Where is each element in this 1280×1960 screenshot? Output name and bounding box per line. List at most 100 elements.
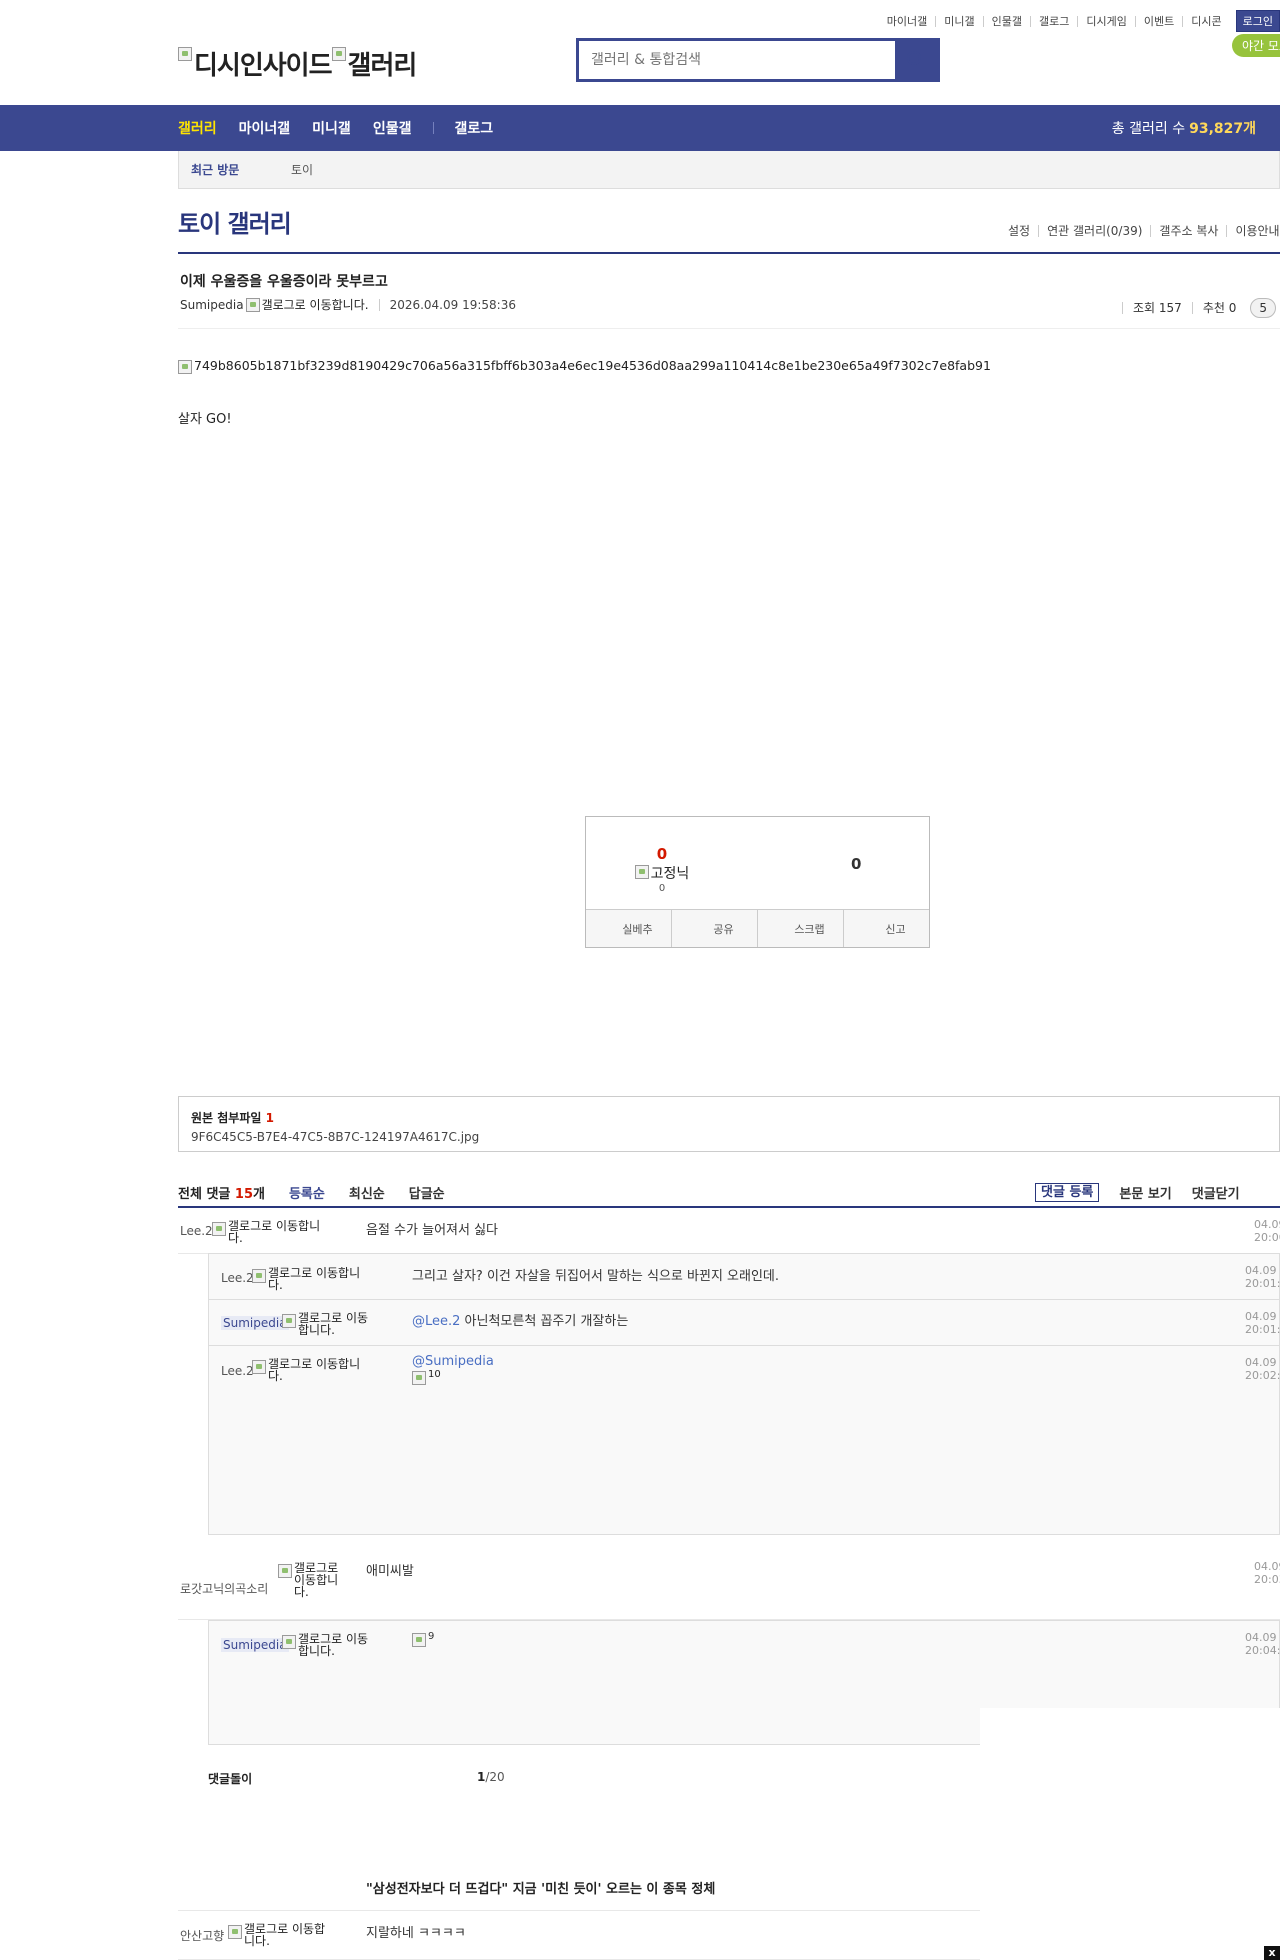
reply-item: Sumipedia 갤로그로 이동합니다. @Lee.2 아닌척모른척 꼽주기 … xyxy=(209,1299,1280,1345)
broken-image-icon xyxy=(178,47,192,61)
gallog-link[interactable]: 갤로그로 이동합니다. xyxy=(252,1358,362,1382)
ad-headline[interactable]: "삼성전자보다 더 뜨겁다" 지금 '미친 듯이' 오르는 이 종목 정체 xyxy=(366,1878,715,1897)
gallog-alt-text: 갤로그로 이동합니다. xyxy=(298,1632,369,1658)
logo-alt-text-2: 갤러리 xyxy=(347,51,418,81)
util-menu: 마이너갤 미니갤 인물갤 갤로그 디시게임 이벤트 디시콘 로그인 xyxy=(879,10,1280,32)
util-dccon[interactable]: 디시콘 xyxy=(1182,15,1229,27)
gallery-settings[interactable]: 설정 xyxy=(1000,225,1038,237)
gallog-alt-text: 갤로그로 이동합니다. xyxy=(298,1311,369,1337)
reply-nick[interactable]: Sumipedia xyxy=(221,1638,289,1652)
comment-item: 로갓고닉의곡소리 갤로그로 이동합니다. 애미씨발 04.09 20:03:48 xyxy=(178,1548,1280,1620)
broken-image-icon xyxy=(634,865,649,879)
util-minor-gall[interactable]: 마이너갤 xyxy=(879,16,935,27)
gallog-link[interactable]: 갤로그로 이동합니다. xyxy=(245,296,369,313)
sort-registered[interactable]: 등록순 xyxy=(289,1183,325,1202)
close-ad-icon[interactable]: x xyxy=(1264,1946,1280,1960)
comment-nick[interactable]: Lee.2 xyxy=(180,1224,213,1238)
comment-dolgi[interactable]: 댓글돌이 xyxy=(208,1770,252,1787)
reply-date: 04.09 20:04:33 xyxy=(1245,1631,1280,1657)
post-stats: 조회 157 추천 0 5 xyxy=(1122,298,1276,318)
close-comments-button[interactable]: 댓글닫기 xyxy=(1192,1183,1240,1202)
comment-nick[interactable]: 안산고향 xyxy=(180,1927,224,1944)
login-button[interactable]: 로그인 xyxy=(1235,10,1280,32)
gallery-title[interactable]: 토이 갤러리 xyxy=(178,204,292,239)
post-views: 조회 157 xyxy=(1122,302,1192,314)
comment-count-badge[interactable]: 5 xyxy=(1250,298,1276,318)
broken-image-icon xyxy=(228,1925,242,1939)
util-person-gall[interactable]: 인물갤 xyxy=(982,15,1030,27)
broken-image-icon xyxy=(282,1314,296,1328)
total-label: 총 갤러리 수 xyxy=(1111,121,1186,137)
comment-register-button[interactable]: 댓글 등록 xyxy=(1035,1182,1100,1202)
comment-text: 음절 수가 늘어져서 싫다 xyxy=(366,1223,498,1238)
comment-total: 전체 댓글 15개 xyxy=(178,1183,265,1202)
usage-guide[interactable]: 이용안내 xyxy=(1226,225,1280,237)
reply-nick[interactable]: Lee.2 xyxy=(221,1271,254,1285)
gallog-link[interactable]: 갤로그로 이동합니다. xyxy=(282,1633,372,1657)
scrap-button[interactable]: 스크랩 xyxy=(757,910,843,947)
reply-nick[interactable]: Sumipedia xyxy=(221,1316,289,1330)
search-input[interactable] xyxy=(579,41,895,79)
view-body-button[interactable]: 본문 보기 xyxy=(1119,1183,1171,1202)
util-mini-gall[interactable]: 미니갤 xyxy=(935,15,982,27)
broken-image-icon xyxy=(331,47,346,61)
comment-total-count: 15 xyxy=(234,1186,253,1202)
gallog-link[interactable]: 갤로그로 이동합니다. xyxy=(228,1923,328,1947)
dccon-alt: 10 xyxy=(428,1369,441,1380)
site-logo[interactable]: 디시인사이드 갤러리 xyxy=(178,38,418,82)
broken-image-icon xyxy=(282,1635,296,1649)
nav-gallog[interactable]: 갤로그 xyxy=(454,118,493,138)
reply-text-body: 아닌척모른척 꼽주기 개잘하는 xyxy=(460,1314,629,1329)
comment-total-label: 전체 댓글 xyxy=(178,1186,231,1202)
gallog-link[interactable]: 갤로그로 이동합니다. xyxy=(212,1220,322,1244)
total-value: 93,827개 xyxy=(1189,121,1256,137)
util-dcgame[interactable]: 디시게임 xyxy=(1077,15,1134,27)
nav-person-gall[interactable]: 인물갤 xyxy=(373,118,412,138)
util-event[interactable]: 이벤트 xyxy=(1134,15,1182,27)
gallog-link[interactable]: 갤로그로 이동합니다. xyxy=(282,1312,372,1336)
nav-divider xyxy=(433,122,435,134)
reply-nick[interactable]: Lee.2 xyxy=(221,1364,254,1378)
logo-gallery-broken-image: 갤러리 xyxy=(331,45,418,82)
reply-date: 04.09 20:02:21 xyxy=(1245,1356,1280,1382)
fixed-nick-image: 고정닉 xyxy=(634,863,690,883)
report-button[interactable]: 신고 xyxy=(843,910,929,947)
sort-reply[interactable]: 답글순 xyxy=(409,1183,445,1202)
ad-blank-area xyxy=(980,1708,1280,1960)
comment-date: 04.09 20:03:48 xyxy=(1254,1560,1280,1586)
night-mode-button[interactable]: 야간 모드 xyxy=(1232,34,1280,57)
attachment-file[interactable]: 9F6C45C5-B7E4-47C5-8B7C-124197A4617C.jpg xyxy=(191,1130,1267,1144)
pager-total: /20 xyxy=(485,1770,505,1784)
sort-latest[interactable]: 최신순 xyxy=(349,1183,385,1202)
nav-gallery[interactable]: 갤러리 xyxy=(178,118,217,138)
reply-date: 04.09 20:01:40 xyxy=(1245,1310,1280,1336)
copy-gallery-url[interactable]: 갤주소 복사 xyxy=(1150,225,1226,237)
downvote-count[interactable]: 0 xyxy=(851,855,861,873)
gallery-menu: 설정 연관 갤러리(0/39) 갤주소 복사 이용안내 xyxy=(1000,225,1280,237)
comment-text: 애미씨발 xyxy=(366,1564,414,1579)
util-gallog[interactable]: 갤로그 xyxy=(1030,15,1077,27)
comment-date: 04.09 20:00:12 xyxy=(1254,1218,1280,1244)
related-gallery[interactable]: 연관 갤러리(0/39) xyxy=(1038,225,1150,237)
silbechu-button[interactable]: 실베추 xyxy=(586,910,671,947)
gallog-link[interactable]: 갤로그로 이동합니다. xyxy=(252,1267,362,1291)
recommend-area[interactable]: 0 고정닉 0 xyxy=(626,845,698,894)
comment-nick[interactable]: 로갓고닉의곡소리 xyxy=(180,1580,268,1597)
nav-minor-gall[interactable]: 마이너갤 xyxy=(239,118,291,138)
post-image[interactable]: 749b8605b1871bf3239d8190429c706a56a315fb… xyxy=(178,358,991,374)
reply-item: Lee.2 갤로그로 이동합니다. 그리고 살자? 이건 자살을 뒤집어서 말하… xyxy=(209,1253,1280,1299)
search-button[interactable] xyxy=(895,41,937,79)
post-recommend: 추천 0 xyxy=(1191,302,1247,314)
share-button[interactable]: 공유 xyxy=(671,910,757,947)
broken-image-icon xyxy=(278,1564,292,1578)
fixed-nick-alt: 고정닉 xyxy=(650,866,690,882)
reply-mention[interactable]: @Sumipedia xyxy=(412,1354,494,1369)
gallog-link[interactable]: 갤로그로 이동합니다. xyxy=(278,1562,340,1598)
post-author[interactable]: Sumipedia xyxy=(180,298,244,312)
comment-pager: 1/20 xyxy=(477,1770,505,1784)
reply-mention[interactable]: @Lee.2 xyxy=(412,1314,460,1329)
recent-item[interactable]: 토이 xyxy=(291,161,313,178)
nav-mini-gall[interactable]: 미니갤 xyxy=(312,118,351,138)
global-nav: 갤러리 마이너갤 미니갤 인물갤 갤로그 총 갤러리 수 93,827개 xyxy=(0,105,1280,151)
attachment-label: 원본 첨부파일 1 xyxy=(191,1109,1267,1126)
